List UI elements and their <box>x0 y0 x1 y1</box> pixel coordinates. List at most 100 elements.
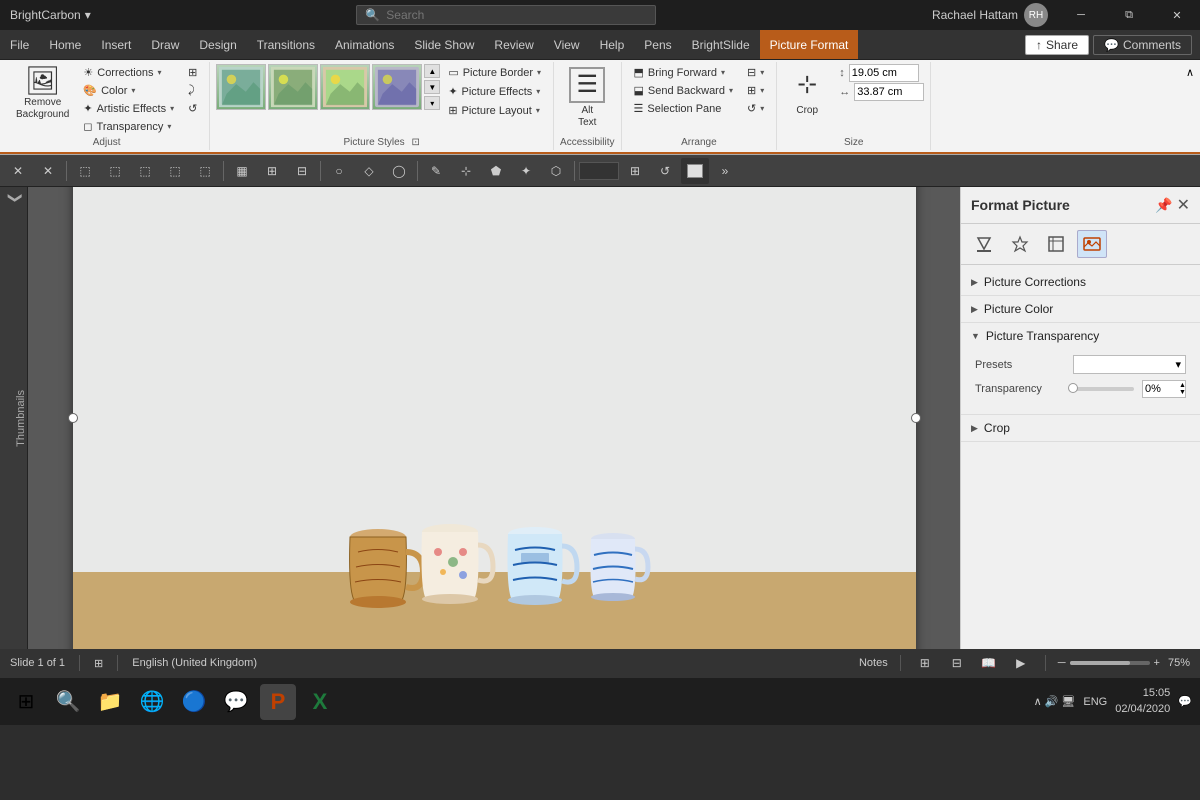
taskbar-search[interactable]: 🔍 <box>50 684 86 720</box>
toolbar-rotate[interactable]: ↺ <box>651 158 679 184</box>
picture-style-4[interactable] <box>372 64 422 110</box>
group-button[interactable]: ⊞ ▾ <box>741 82 770 99</box>
toolbar-x1[interactable]: ✕ <box>4 158 32 184</box>
format-panel-pin[interactable]: 📌 <box>1155 197 1172 214</box>
menu-pens[interactable]: Pens <box>634 30 681 59</box>
group-dropdown[interactable]: ▾ <box>760 86 764 95</box>
transparency-decrement[interactable]: ▼ <box>1177 389 1188 396</box>
gallery-expand[interactable]: ▾ <box>424 96 440 110</box>
search-input[interactable] <box>386 8 647 22</box>
format-tab-picture[interactable] <box>1077 230 1107 258</box>
picture-border-button[interactable]: ▭ Picture Border ▾ <box>442 64 547 81</box>
bring-forward-button[interactable]: ⬒ Bring Forward ▾ <box>628 64 739 81</box>
toolbar-btn6[interactable]: ▦ <box>228 158 256 184</box>
transparency-slider-thumb[interactable] <box>1068 383 1078 393</box>
taskbar-teams[interactable]: 💬 <box>218 684 254 720</box>
toolbar-more[interactable]: » <box>711 158 739 184</box>
transparency-slider[interactable] <box>1073 387 1134 391</box>
corrections-button[interactable]: ☀ Corrections ▾ <box>77 64 180 81</box>
height-input[interactable] <box>849 64 919 82</box>
send-backward-button[interactable]: ⬓ Send Backward ▾ <box>628 82 739 99</box>
picture-color-header[interactable]: ▶ Picture Color <box>961 296 1200 322</box>
reset-picture-button[interactable]: ↺ <box>182 100 203 117</box>
gallery-scroll-down[interactable]: ▼ <box>424 80 440 94</box>
transparency-increment[interactable]: ▲ <box>1177 382 1188 389</box>
picture-effects-dropdown[interactable]: ▾ <box>536 87 540 96</box>
format-tab-fill[interactable] <box>969 230 999 258</box>
crop-button[interactable]: ⊹ Crop <box>783 64 831 119</box>
compress-button[interactable]: ⊞ <box>182 64 203 81</box>
color-dropdown[interactable]: ▾ <box>131 86 135 95</box>
color-button[interactable]: 🎨 Color ▾ <box>77 82 180 99</box>
artistic-effects-button[interactable]: ✦ Artistic Effects ▾ <box>77 100 180 117</box>
presets-dropdown[interactable]: ▾ <box>1073 355 1186 374</box>
toolbar-btn11[interactable]: ◯ <box>385 158 413 184</box>
toolbar-btn9[interactable]: ○ <box>325 158 353 184</box>
toolbar-btn1[interactable]: ⬚ <box>71 158 99 184</box>
notes-button[interactable]: Notes <box>859 657 888 669</box>
corrections-dropdown[interactable]: ▾ <box>158 68 162 77</box>
menu-slideshow[interactable]: Slide Show <box>404 30 484 59</box>
toolbar-btn3[interactable]: ⬚ <box>131 158 159 184</box>
toolbar-x2[interactable]: ✕ <box>34 158 62 184</box>
zoom-plus-button[interactable]: + <box>1154 657 1160 669</box>
toolbar-btn8[interactable]: ⊟ <box>288 158 316 184</box>
picture-style-2[interactable] <box>268 64 318 110</box>
picture-layout-dropdown[interactable]: ▾ <box>536 106 540 115</box>
slide-sorter-button[interactable]: ⊟ <box>945 653 969 673</box>
zoom-track[interactable] <box>1070 661 1150 665</box>
slide-canvas[interactable] <box>73 187 916 649</box>
collapse-thumbnails-button[interactable]: ❯ <box>8 192 24 204</box>
toolbar-btn10[interactable]: ◇ <box>355 158 383 184</box>
send-backward-dropdown[interactable]: ▾ <box>729 86 733 95</box>
picture-transparency-header[interactable]: ▼ Picture Transparency <box>961 323 1200 349</box>
transparency-dropdown[interactable]: ▾ <box>167 122 171 131</box>
start-button[interactable]: ⊞ <box>8 684 44 720</box>
taskbar-chrome[interactable]: 🌐 <box>134 684 170 720</box>
rotate-dropdown[interactable]: ▾ <box>760 104 764 113</box>
selection-handle-mr[interactable] <box>911 413 921 423</box>
picture-corrections-header[interactable]: ▶ Picture Corrections <box>961 269 1200 295</box>
selection-handle-ml[interactable] <box>68 413 78 423</box>
menu-review[interactable]: Review <box>484 30 543 59</box>
toolbar-value-input[interactable] <box>579 162 619 180</box>
width-input[interactable] <box>854 83 924 101</box>
ribbon-expand[interactable]: ∧ <box>1186 66 1194 79</box>
picture-border-dropdown[interactable]: ▾ <box>537 68 541 77</box>
taskbar-powerpoint[interactable]: P <box>260 684 296 720</box>
toolbar-btn15[interactable]: ✦ <box>512 158 540 184</box>
menu-animations[interactable]: Animations <box>325 30 404 59</box>
comments-button[interactable]: 💬 Comments <box>1093 35 1192 55</box>
selection-pane-button[interactable]: ☰ Selection Pane <box>628 100 739 117</box>
align-dropdown[interactable]: ▾ <box>760 68 764 77</box>
change-picture-button[interactable]: ⤸ <box>182 82 203 99</box>
format-panel-close-button[interactable]: ✕ <box>1177 195 1190 215</box>
toolbar-btn5[interactable]: ⬚ <box>191 158 219 184</box>
zoom-minus-button[interactable]: ─ <box>1058 657 1066 669</box>
menu-draw[interactable]: Draw <box>141 30 189 59</box>
toolbar-color[interactable] <box>681 158 709 184</box>
align-button[interactable]: ⊟ ▾ <box>741 64 770 81</box>
taskbar-excel[interactable]: X <box>302 684 338 720</box>
slide-outline-icon[interactable]: ⊞ <box>94 657 103 670</box>
picture-layout-button[interactable]: ⊞ Picture Layout ▾ <box>442 102 547 119</box>
restore-button[interactable]: ⧉ <box>1106 0 1152 30</box>
reading-view-button[interactable]: 📖 <box>977 653 1001 673</box>
remove-background-button[interactable]: 🖼 RemoveBackground <box>10 64 75 124</box>
menu-insert[interactable]: Insert <box>91 30 141 59</box>
toolbar-btn12[interactable]: ✎ <box>422 158 450 184</box>
toolbar-btn13[interactable]: ⊹ <box>452 158 480 184</box>
toolbar-btn4[interactable]: ⬚ <box>161 158 189 184</box>
picture-style-1[interactable] <box>216 64 266 110</box>
menu-help[interactable]: Help <box>590 30 635 59</box>
toolbar-btn7[interactable]: ⊞ <box>258 158 286 184</box>
toolbar-btn16[interactable]: ⬡ <box>542 158 570 184</box>
zoom-level[interactable]: 75% <box>1168 657 1190 669</box>
menu-design[interactable]: Design <box>189 30 246 59</box>
slideshow-button[interactable]: ▶ <box>1009 653 1033 673</box>
crop-header[interactable]: ▶ Crop <box>961 415 1200 441</box>
menu-picture-format[interactable]: Picture Format <box>760 30 859 59</box>
menu-file[interactable]: File <box>0 30 39 59</box>
minimize-button[interactable]: ─ <box>1058 0 1104 30</box>
toolbar-btn2[interactable]: ⬚ <box>101 158 129 184</box>
